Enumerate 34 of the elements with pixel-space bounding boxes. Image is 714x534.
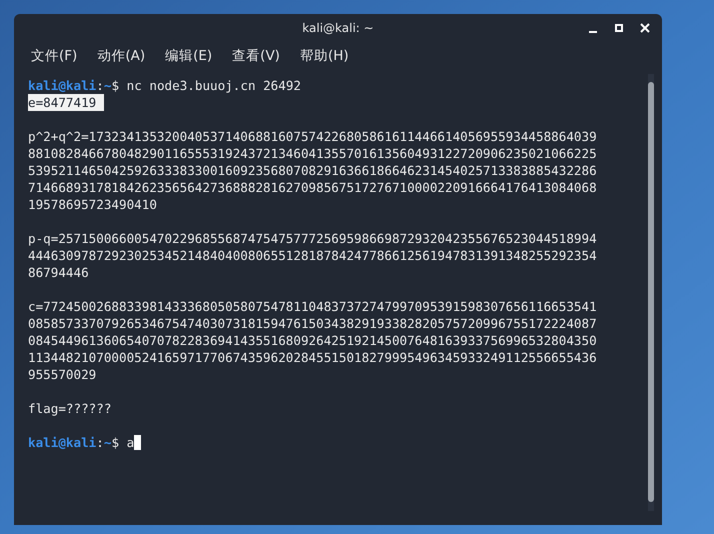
close-icon bbox=[640, 23, 650, 33]
output-text: p^2+q^2=1732341353200405371406881607574226805861611446614056955934458864039 bbox=[28, 128, 597, 145]
prompt-separator: : bbox=[96, 77, 104, 94]
output-text: p-q=25715006600547022968556874754757772569598669872932042355676523044518994 bbox=[28, 230, 597, 247]
output-text: c=7724500268833981433368050580754781104837372747997095391598307656116653541 bbox=[28, 298, 597, 315]
prompt-path: ~ bbox=[104, 434, 112, 451]
close-button[interactable] bbox=[638, 21, 652, 35]
output-text: 084544961360654070782283694143551680926425192145007648163933756996532804350 bbox=[28, 332, 597, 349]
selected-output-text: e=8477419 bbox=[28, 94, 104, 111]
prompt-path: ~ bbox=[104, 77, 112, 94]
command-text: nc node3.buuoj.cn 26492 bbox=[126, 77, 302, 94]
output-text: 539521146504259263338330016092356807082916366186646231454025713383885432286 bbox=[28, 162, 597, 179]
menu-item[interactable]: 文件(F) bbox=[28, 46, 80, 66]
output-text: 085857337079265346754740307318159476150343829193382820575720996755172224087 bbox=[28, 315, 597, 332]
prompt-symbol: $ bbox=[111, 434, 120, 451]
output-text: 19578695723490410 bbox=[28, 196, 157, 213]
window-title: kali@kali: ~ bbox=[302, 20, 374, 37]
menu-item[interactable]: 帮助(H) bbox=[296, 46, 352, 66]
menu-item[interactable]: 动作(A) bbox=[94, 46, 148, 66]
output-text: 113448210700005241659717706743596202845515018279995496345933249112556655436 bbox=[28, 349, 597, 366]
prompt-user: kali@kali bbox=[28, 434, 96, 451]
prompt-symbol: $ bbox=[111, 77, 120, 94]
output-text: 955570029 bbox=[28, 366, 96, 383]
maximize-button[interactable] bbox=[612, 21, 626, 35]
prompt-separator: : bbox=[96, 434, 104, 451]
output-text: 86794446 bbox=[28, 264, 89, 281]
menu-item[interactable]: 查看(V) bbox=[229, 46, 283, 66]
output-text: 881082846678048290116555319243721346041355701613560493122720906235021066225 bbox=[28, 145, 597, 162]
command-text: a bbox=[126, 434, 134, 451]
prompt-user: kali@kali bbox=[28, 77, 96, 94]
menu-item[interactable]: 编辑(E) bbox=[162, 46, 216, 66]
output-text: 714668931781842623565642736888281627098567517276710000220916664176413084068 bbox=[28, 179, 597, 196]
output-text: flag=?????? bbox=[28, 400, 112, 417]
output-text: 444630978729230253452148404008065512818784247786612561947831391348255292354 bbox=[28, 247, 597, 264]
